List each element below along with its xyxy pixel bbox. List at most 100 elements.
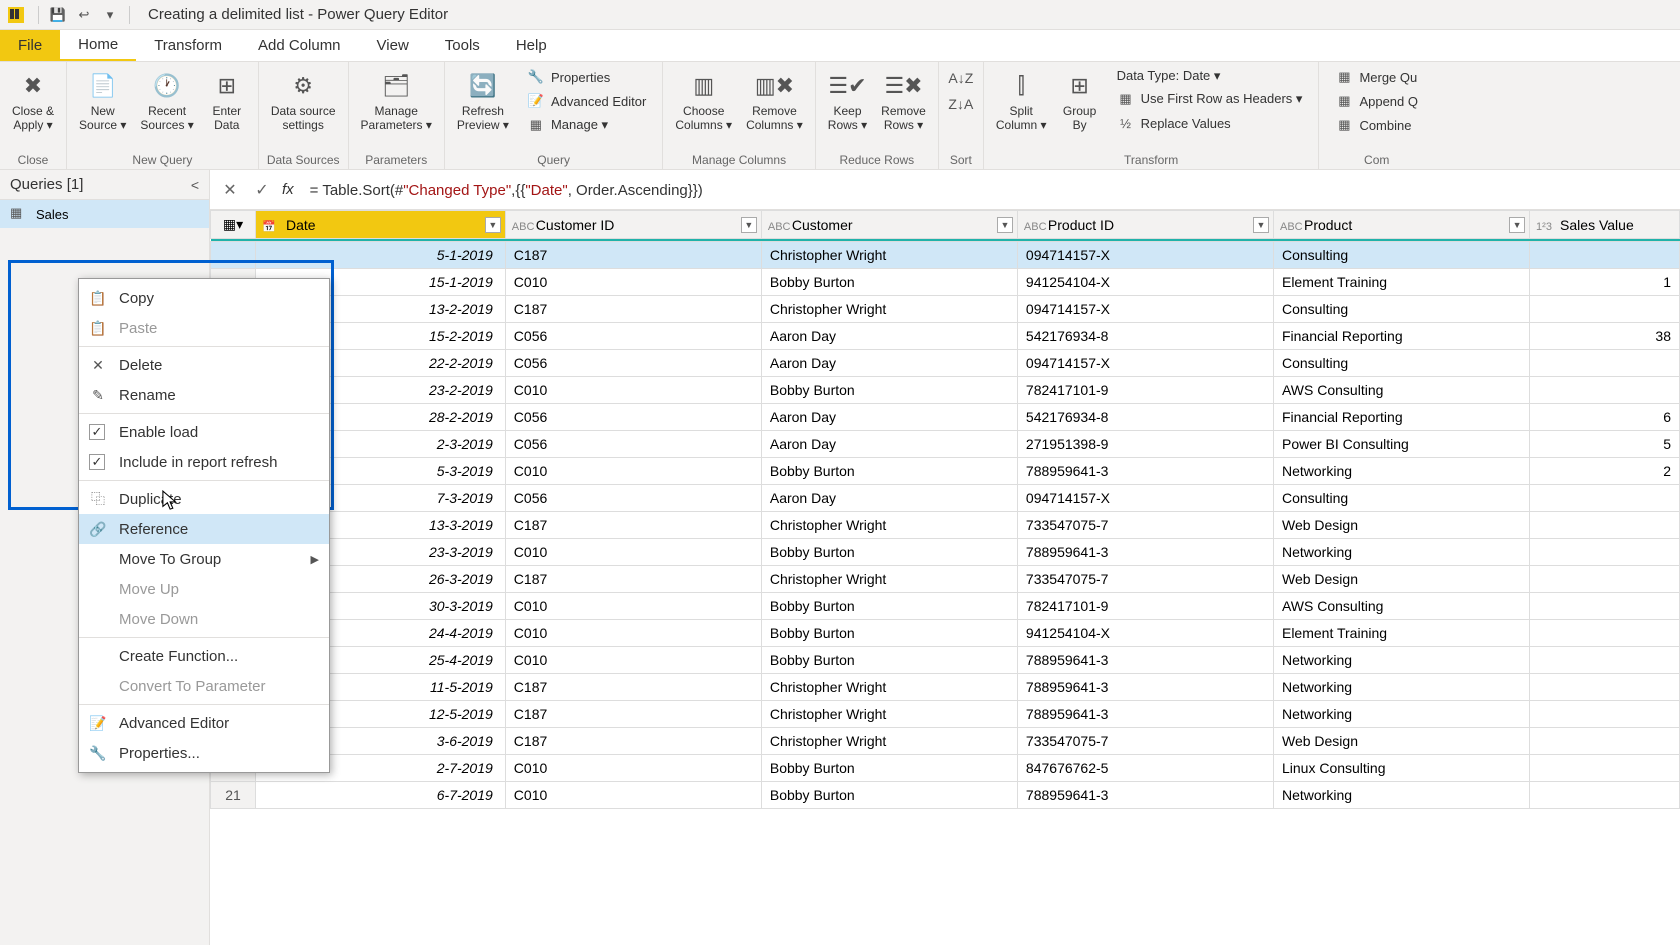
append-queries-button[interactable]: ▦Append Q: [1331, 90, 1422, 112]
cell-customer[interactable]: Christopher Wright: [761, 512, 1017, 539]
filter-customer-button[interactable]: ▼: [997, 217, 1013, 233]
cell-customerid[interactable]: C187: [505, 296, 761, 323]
table-row[interactable]: 13-3-2019C187Christopher Wright733547075…: [211, 512, 1680, 539]
cell-customerid[interactable]: C010: [505, 593, 761, 620]
split-column-button[interactable]: ⫿Split Column ▾: [990, 66, 1053, 134]
accept-formula-button[interactable]: ✓: [250, 178, 274, 202]
cell-customerid[interactable]: C056: [505, 404, 761, 431]
cell-customer[interactable]: Christopher Wright: [761, 242, 1017, 269]
cell-customer[interactable]: Bobby Burton: [761, 782, 1017, 809]
new-source-button[interactable]: 📄New Source ▾: [73, 66, 132, 134]
cell-productid[interactable]: 271951398-9: [1017, 431, 1273, 458]
menu-view[interactable]: View: [359, 30, 427, 61]
cell-product[interactable]: Web Design: [1273, 512, 1529, 539]
cell-salesvalue[interactable]: [1530, 674, 1680, 701]
cell-product[interactable]: Consulting: [1273, 242, 1529, 269]
table-row[interactable]: 11-5-2019C187Christopher Wright788959641…: [211, 674, 1680, 701]
cell-customerid[interactable]: C010: [505, 620, 761, 647]
remove-columns-button[interactable]: ▥✖Remove Columns ▾: [740, 66, 809, 134]
column-header-salesvalue[interactable]: 1²3Sales Value: [1530, 211, 1680, 239]
cell-customerid[interactable]: C187: [505, 512, 761, 539]
context-enable-load[interactable]: ✓Enable load: [79, 417, 329, 447]
cell-productid[interactable]: 941254104-X: [1017, 620, 1273, 647]
cell-customer[interactable]: Bobby Burton: [761, 539, 1017, 566]
advanced-editor-button[interactable]: 📝Advanced Editor: [523, 90, 650, 112]
table-row[interactable]: 23-3-2019C010Bobby Burton788959641-3Netw…: [211, 539, 1680, 566]
cell-productid[interactable]: 788959641-3: [1017, 782, 1273, 809]
cell-salesvalue[interactable]: [1530, 647, 1680, 674]
context-duplicate[interactable]: ⿻Duplicate: [79, 484, 329, 514]
table-row[interactable]: 28-2-2019C056Aaron Day542176934-8Financi…: [211, 404, 1680, 431]
cell-product[interactable]: Consulting: [1273, 485, 1529, 512]
cell-productid[interactable]: 788959641-3: [1017, 458, 1273, 485]
table-row[interactable]: 13-2-2019C187Christopher Wright094714157…: [211, 296, 1680, 323]
cell-product[interactable]: Networking: [1273, 701, 1529, 728]
cell-customer[interactable]: Bobby Burton: [761, 269, 1017, 296]
table-row[interactable]: 216-7-2019C010Bobby Burton788959641-3Net…: [211, 782, 1680, 809]
cell-salesvalue[interactable]: [1530, 350, 1680, 377]
table-row[interactable]: 30-3-2019C010Bobby Burton782417101-9AWS …: [211, 593, 1680, 620]
cell-customerid[interactable]: C010: [505, 539, 761, 566]
row-number[interactable]: 21: [211, 782, 256, 809]
cell-salesvalue[interactable]: [1530, 485, 1680, 512]
cell-customer[interactable]: Christopher Wright: [761, 566, 1017, 593]
remove-rows-button[interactable]: ☰✖Remove Rows ▾: [875, 66, 932, 134]
cell-customer[interactable]: Bobby Burton: [761, 593, 1017, 620]
query-item-sales[interactable]: ▦ Sales: [0, 200, 209, 228]
table-row[interactable]: 22-2-2019C056Aaron Day094714157-XConsult…: [211, 350, 1680, 377]
cell-customer[interactable]: Christopher Wright: [761, 296, 1017, 323]
filter-date-button[interactable]: ▼: [485, 217, 501, 233]
menu-addcolumn[interactable]: Add Column: [240, 30, 359, 61]
cell-customer[interactable]: Bobby Burton: [761, 458, 1017, 485]
cell-productid[interactable]: 733547075-7: [1017, 566, 1273, 593]
menu-file[interactable]: File: [0, 30, 60, 61]
cell-salesvalue[interactable]: [1530, 620, 1680, 647]
recent-sources-button[interactable]: 🕐Recent Sources ▾: [134, 66, 199, 134]
cell-customerid[interactable]: C056: [505, 350, 761, 377]
cell-product[interactable]: Networking: [1273, 674, 1529, 701]
manage-button[interactable]: ▦Manage ▾: [523, 114, 650, 136]
table-row[interactable]: 25-4-2019C010Bobby Burton788959641-3Netw…: [211, 647, 1680, 674]
table-row[interactable]: 193-6-2019C187Christopher Wright73354707…: [211, 728, 1680, 755]
filter-product-button[interactable]: ▼: [1509, 217, 1525, 233]
cell-salesvalue[interactable]: [1530, 728, 1680, 755]
cell-salesvalue[interactable]: [1530, 242, 1680, 269]
cell-customerid[interactable]: C056: [505, 431, 761, 458]
cell-productid[interactable]: 094714157-X: [1017, 485, 1273, 512]
cell-salesvalue[interactable]: [1530, 296, 1680, 323]
cell-customerid[interactable]: C187: [505, 728, 761, 755]
cell-customerid[interactable]: C056: [505, 323, 761, 350]
cell-product[interactable]: Networking: [1273, 647, 1529, 674]
cell-salesvalue[interactable]: 5: [1530, 431, 1680, 458]
cell-customer[interactable]: Aaron Day: [761, 485, 1017, 512]
cell-productid[interactable]: 782417101-9: [1017, 593, 1273, 620]
cell-customer[interactable]: Bobby Burton: [761, 377, 1017, 404]
cell-productid[interactable]: 788959641-3: [1017, 539, 1273, 566]
cell-salesvalue[interactable]: 38: [1530, 323, 1680, 350]
context-move-to-group[interactable]: Move To Group▶: [79, 544, 329, 574]
cell-customerid[interactable]: C187: [505, 701, 761, 728]
column-header-product[interactable]: ABCProduct▼: [1273, 211, 1529, 239]
cell-product[interactable]: Web Design: [1273, 728, 1529, 755]
cell-product[interactable]: Consulting: [1273, 296, 1529, 323]
cell-product[interactable]: Networking: [1273, 539, 1529, 566]
context-properties[interactable]: 🔧Properties...: [79, 738, 329, 768]
row-number[interactable]: [211, 242, 256, 269]
data-grid[interactable]: ▦▾ 📅Date▼ ABCCustomer ID▼ ABCCustomer▼ A…: [210, 210, 1680, 945]
cell-product[interactable]: Networking: [1273, 782, 1529, 809]
cell-salesvalue[interactable]: 1: [1530, 269, 1680, 296]
cell-salesvalue[interactable]: [1530, 782, 1680, 809]
cell-productid[interactable]: 782417101-9: [1017, 377, 1273, 404]
context-rename[interactable]: ✎Rename: [79, 380, 329, 410]
manage-parameters-button[interactable]: 🗂Manage Parameters ▾: [355, 66, 438, 134]
cell-customerid[interactable]: C010: [505, 782, 761, 809]
sort-desc-button[interactable]: Z↓A: [945, 92, 977, 116]
cell-productid[interactable]: 788959641-3: [1017, 674, 1273, 701]
cell-productid[interactable]: 542176934-8: [1017, 323, 1273, 350]
cell-product[interactable]: Element Training: [1273, 620, 1529, 647]
menu-transform[interactable]: Transform: [136, 30, 240, 61]
context-create-function[interactable]: Create Function...: [79, 641, 329, 671]
table-row[interactable]: 2-3-2019C056Aaron Day271951398-9Power BI…: [211, 431, 1680, 458]
context-include-refresh[interactable]: ✓Include in report refresh: [79, 447, 329, 477]
cell-customerid[interactable]: C010: [505, 269, 761, 296]
